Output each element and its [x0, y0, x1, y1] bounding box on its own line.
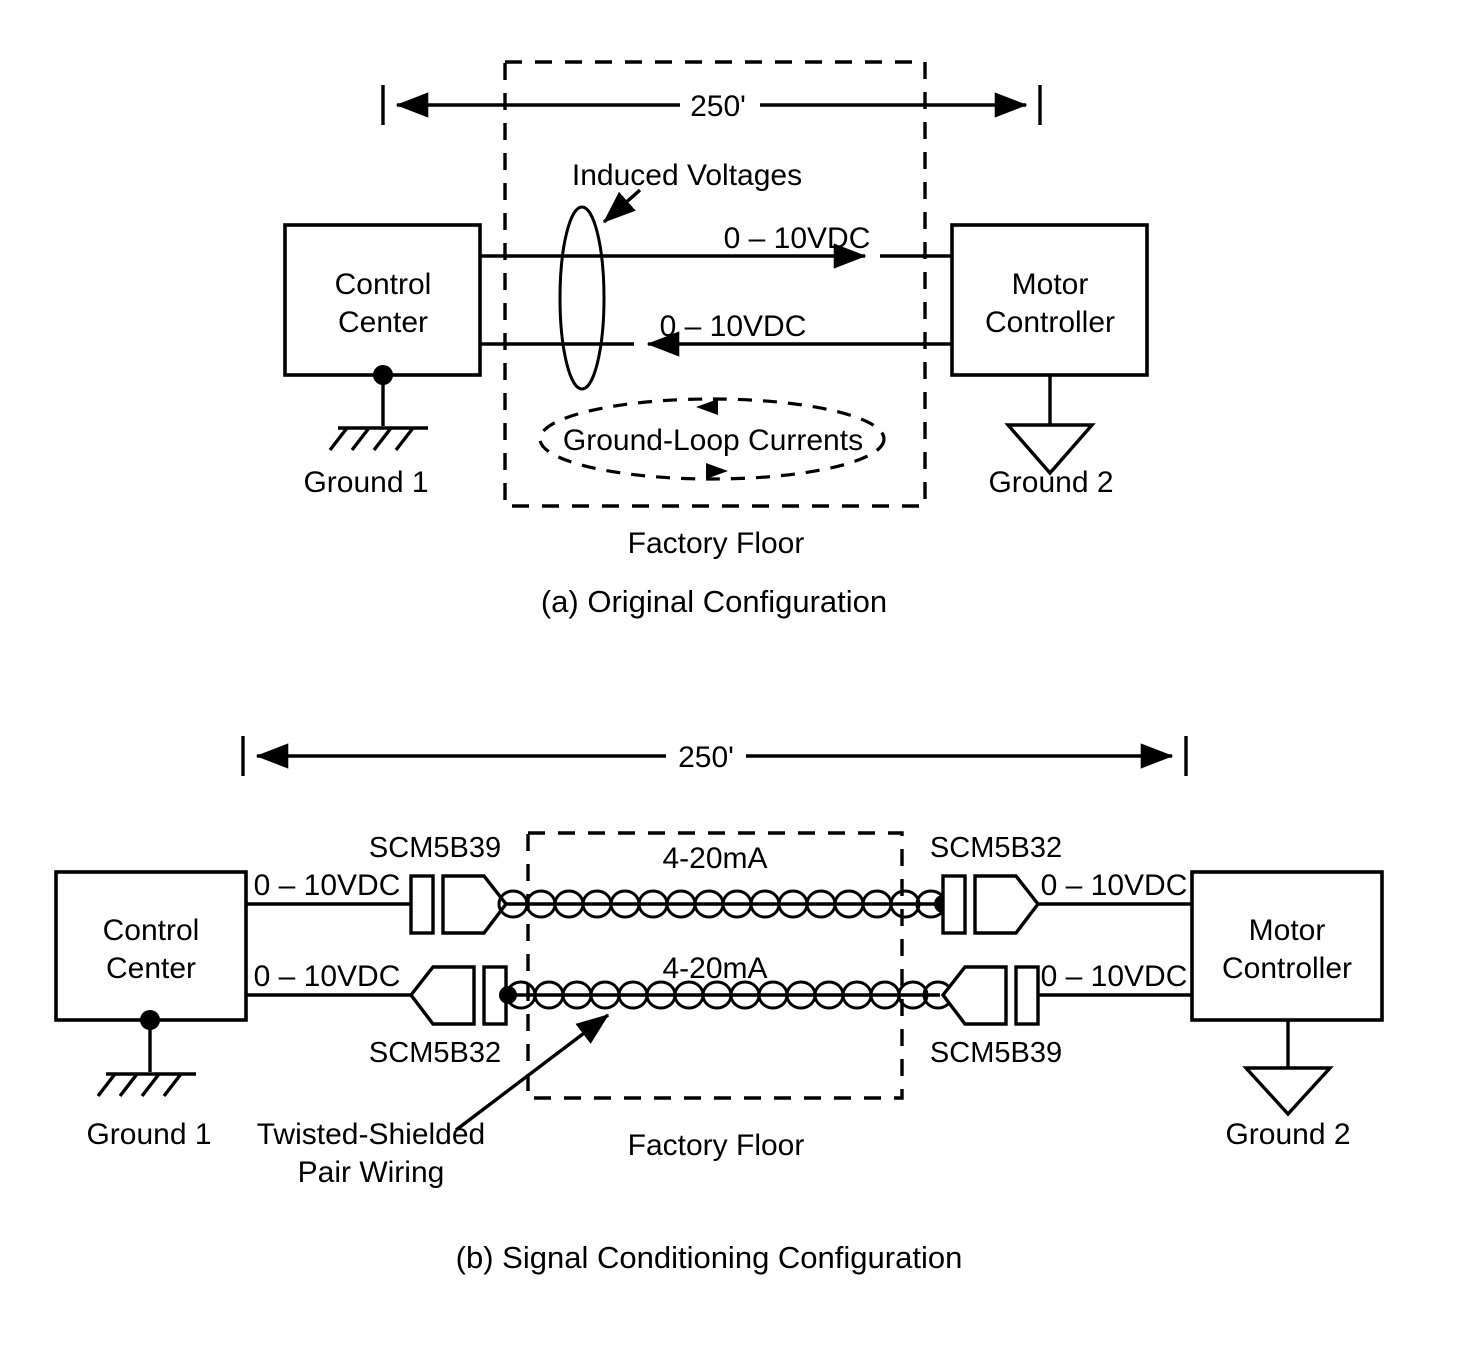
module-label-top-left: SCM5B39	[369, 832, 501, 864]
module-scm5b39-bottom-right	[940, 965, 1040, 1026]
module-scm5b39-top-left	[409, 874, 509, 935]
induced-voltages-leader	[602, 188, 642, 224]
module-label-bottom-right: SCM5B39	[930, 1037, 1062, 1069]
ground2-symbol-a	[1004, 375, 1096, 476]
module-scm5b32-bottom-left	[408, 965, 508, 1026]
control-center-label-line2: Center	[338, 306, 428, 339]
factory-floor-label-a: Factory Floor	[628, 527, 805, 560]
module-scm5b32-top-right	[941, 874, 1041, 935]
module-label-bottom-left: SCM5B32	[369, 1037, 501, 1069]
motor-controller-label-line2: Controller	[985, 306, 1115, 339]
ground2-label-b: Ground 2	[1225, 1118, 1350, 1151]
vdc-label-bottom-right: 0 – 10VDC	[1041, 960, 1188, 993]
vdc-label-bottom-left: 0 – 10VDC	[254, 960, 401, 993]
twisted-pair-label-line1: Twisted-Shielded	[257, 1118, 485, 1151]
induced-voltages-label: Induced Voltages	[572, 159, 802, 192]
signal-bottom-label-a: 0 – 10VDC	[660, 310, 807, 343]
induced-voltages-ellipse	[558, 205, 606, 391]
twisted-pair-bottom	[499, 980, 954, 1010]
ground-loop-arrow-top	[696, 399, 718, 415]
ground-loop-label: Ground-Loop Currents	[563, 424, 863, 457]
caption-a: (a) Original Configuration	[541, 584, 887, 619]
ground1-label-a: Ground 1	[303, 466, 428, 499]
signal-conditioning-figure: Control Center Motor Controller 250' Ind…	[0, 0, 1460, 1368]
current-label-top: 4-20mA	[662, 842, 767, 875]
panel-a: Control Center Motor Controller 250' Ind…	[283, 60, 1149, 619]
dimension-label-a: 250'	[690, 90, 746, 123]
figure-svg: Control Center Motor Controller 250' Ind…	[54, 60, 1384, 1275]
twisted-pair-label-line2: Pair Wiring	[298, 1156, 445, 1189]
ground1-symbol-a	[328, 365, 428, 452]
ground-loop-arrow-bottom	[706, 463, 728, 479]
motor-controller-label-b-line2: Controller	[1222, 952, 1352, 985]
vdc-label-top-right: 0 – 10VDC	[1041, 869, 1188, 902]
dimension-label-b: 250'	[678, 741, 734, 774]
motor-controller-label-b-line1: Motor	[1249, 914, 1326, 947]
ground2-symbol-b	[1242, 1020, 1334, 1117]
twisted-pair-top	[497, 889, 952, 919]
control-center-label-b-line1: Control	[103, 914, 200, 947]
control-center-label-b-line2: Center	[106, 952, 196, 985]
twisted-pair-leader	[454, 1013, 610, 1132]
vdc-label-top-left: 0 – 10VDC	[254, 869, 401, 902]
ground1-label-b: Ground 1	[86, 1118, 211, 1151]
motor-controller-label-line1: Motor	[1012, 268, 1089, 301]
ground2-label-a: Ground 2	[988, 466, 1113, 499]
factory-floor-label-b: Factory Floor	[628, 1129, 805, 1162]
panel-b: Control Center Motor Controller 250' SCM…	[54, 736, 1384, 1275]
ground1-symbol-b	[96, 1010, 196, 1098]
current-label-bottom: 4-20mA	[662, 952, 767, 985]
signal-top-label-a: 0 – 10VDC	[724, 222, 871, 255]
caption-b: (b) Signal Conditioning Configuration	[456, 1240, 963, 1275]
module-label-top-right: SCM5B32	[930, 832, 1062, 864]
control-center-label-line1: Control	[335, 268, 432, 301]
